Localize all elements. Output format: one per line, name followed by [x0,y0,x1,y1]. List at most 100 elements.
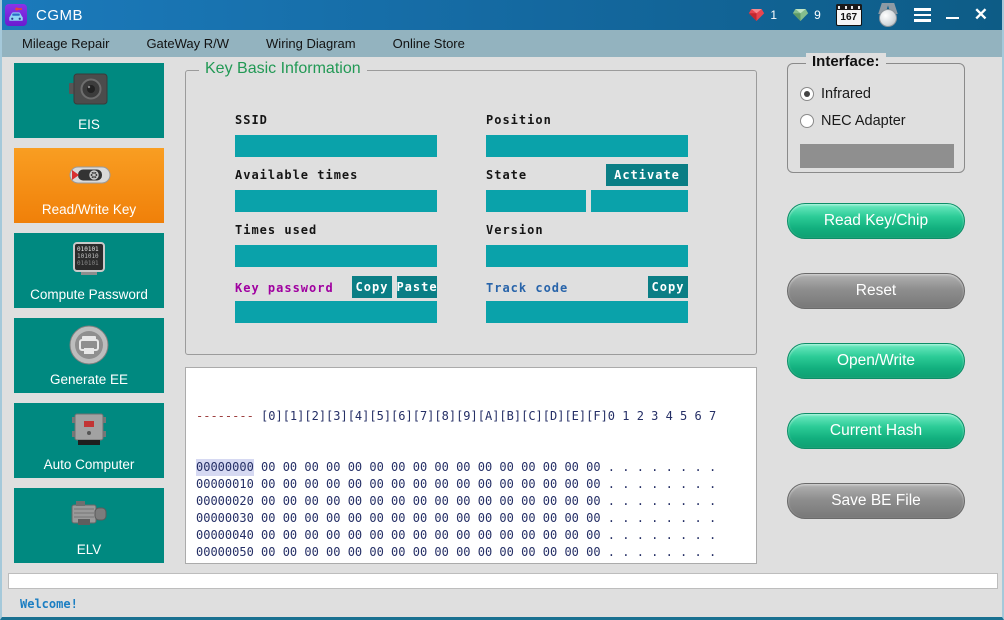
menu-hamburger-icon[interactable] [914,8,931,22]
version-label: Version [486,223,544,237]
sidebar: EIS Read/Write Key 010101 101010 [14,63,164,573]
track-code-field[interactable] [486,301,688,323]
save-be-file-button[interactable]: Save BE File [787,483,965,519]
hex-dump-panel[interactable]: -------- [0][1][2][3][4][5][6][7][8][9][A… [185,367,757,564]
hex-address[interactable]: 00000020 [196,493,254,510]
app-logo-icon [5,4,27,26]
times-used-field[interactable] [235,245,437,267]
hex-bytes: 00 00 00 00 00 00 00 00 00 00 00 00 00 0… [261,510,608,527]
state-field-1[interactable] [486,190,586,212]
available-times-field[interactable] [235,190,437,212]
track-code-label: Track code [486,281,568,295]
close-button[interactable]: ✕ [974,0,988,30]
hexdump-row[interactable]: 0000005000 00 00 00 00 00 00 00 00 00 00… [196,544,756,561]
ecu-icon [14,407,164,453]
key-password-paste-button[interactable]: Paste [397,276,437,298]
ssid-label: SSID [235,113,268,127]
hex-bytes: 00 00 00 00 00 00 00 00 00 00 00 00 00 0… [261,459,608,476]
sidebar-item-read-write-key[interactable]: Read/Write Key [14,148,164,223]
interface-title: Interface: [806,53,886,70]
reset-button[interactable]: Reset [787,273,965,309]
menu-item-wiring-diagram[interactable]: Wiring Diagram [266,36,356,51]
activate-button[interactable]: Activate [606,164,688,186]
sidebar-item-label: Generate EE [14,372,164,387]
key-password-label: Key password [235,281,334,295]
eis-lock-icon [14,67,164,113]
green-gem-icon [792,8,809,22]
hex-header-ascii: 0 1 2 3 4 5 6 7 [608,409,716,423]
status-message: Welcome! [20,597,78,611]
green-gem-counter: 9 [792,8,821,22]
menu-item-mileage-repair[interactable]: Mileage Repair [22,36,109,51]
steering-lock-icon [14,492,164,538]
hexdump-rows: 00000000 00 00 00 00 00 00 00 00 00 00 00… [196,459,756,564]
progress-field [8,573,998,589]
position-field[interactable] [486,135,688,157]
track-code-copy-button[interactable]: Copy [648,276,688,298]
hex-ascii: . . . . . . . . [608,562,716,564]
sidebar-item-compute-password[interactable]: 010101 101010 010101 Compute Password [14,233,164,308]
hex-address[interactable]: 00000060 [196,561,254,564]
sidebar-item-generate-ee[interactable]: Generate EE [14,318,164,393]
app-window: CGMB 1 9 167 [0,0,1004,620]
hex-address[interactable]: 00000040 [196,527,254,544]
radio-button-icon[interactable] [800,114,814,128]
round-button-icon [14,322,164,368]
state-label: State [486,168,527,182]
hex-bytes: 00 00 00 00 00 00 00 00 00 00 00 00 00 0… [261,476,608,493]
hex-address[interactable]: 00000010 [196,476,254,493]
sidebar-item-label: Auto Computer [14,457,164,472]
state-field-2[interactable] [591,190,688,212]
svg-text:010101: 010101 [77,260,99,267]
sidebar-item-label: Compute Password [14,287,164,302]
app-title: CGMB [36,7,83,24]
hexdump-row[interactable]: 00000040 00 00 00 00 00 00 00 00 00 00 00… [196,527,756,544]
hex-ascii: . . . . . . . . [608,528,716,542]
current-hash-button[interactable]: Current Hash [787,413,965,449]
version-field[interactable] [486,245,688,267]
radio-label: NEC Adapter [821,113,906,129]
hex-header-columns: [0][1][2][3][4][5][6][7][8][9][A][B][C][… [261,408,608,425]
sidebar-item-auto-computer[interactable]: Auto Computer [14,403,164,478]
sidebar-item-eis[interactable]: EIS [14,63,164,138]
key-password-field[interactable] [235,301,437,323]
hex-address[interactable]: 00000030 [196,510,254,527]
menu-item-gateway-rw[interactable]: GateWay R/W [146,36,229,51]
sidebar-item-label: ELV [14,542,164,557]
calendar-days-icon: 167 [836,4,862,26]
ssid-field[interactable] [235,135,437,157]
hexdump-row[interactable]: 00000030 00 00 00 00 00 00 00 00 00 00 00… [196,510,756,527]
key-password-copy-button[interactable]: Copy [352,276,392,298]
read-key-chip-button[interactable]: Read Key/Chip [787,203,965,239]
hexdump-row[interactable]: 0000006000 00 00 00 00 00 00 00 00 00 00… [196,561,756,564]
hex-bytes: 00 00 00 00 00 00 00 00 00 00 00 00 00 0… [261,493,608,510]
medal-icon [877,3,899,27]
interface-group: Interface: Infrared NEC Adapter [787,63,965,173]
svg-text:010101: 010101 [77,246,99,253]
key-basic-information-group: Key Basic Information SSID Position Avai… [185,70,757,355]
hex-ascii: . . . . . . . . [608,511,716,525]
radio-button-icon[interactable] [800,87,814,101]
hex-dump-header: -------- [0][1][2][3][4][5][6][7][8][9][A… [196,408,756,425]
minimize-button[interactable] [946,11,959,20]
hex-address[interactable]: 00000050 [196,544,254,561]
red-gem-count: 1 [770,8,777,22]
red-gem-icon [748,8,765,22]
open-write-button[interactable]: Open/Write [787,343,965,379]
menu-item-online-store[interactable]: Online Store [393,36,465,51]
hex-ascii: . . . . . . . . [608,460,716,474]
radio-infrared[interactable]: Infrared [800,86,871,102]
hexdump-row[interactable]: 00000010 00 00 00 00 00 00 00 00 00 00 00… [196,476,756,493]
hexdump-row[interactable]: 00000000 00 00 00 00 00 00 00 00 00 00 00… [196,459,756,476]
times-used-label: Times used [235,223,317,237]
hex-bytes: 00 00 00 00 00 00 00 00 00 00 00 00 00 0… [261,527,608,544]
hex-address[interactable]: 00000000 [196,459,254,476]
hexdump-row[interactable]: 00000020 00 00 00 00 00 00 00 00 00 00 00… [196,493,756,510]
green-gem-count: 9 [814,8,821,22]
sidebar-item-elv[interactable]: ELV [14,488,164,563]
radio-nec-adapter[interactable]: NEC Adapter [800,113,906,129]
title-bar: CGMB 1 9 167 [0,0,1004,30]
hex-header-prefix: -------- [196,408,254,425]
hex-ascii: . . . . . . . . [608,477,716,491]
group-title: Key Basic Information [199,60,367,78]
